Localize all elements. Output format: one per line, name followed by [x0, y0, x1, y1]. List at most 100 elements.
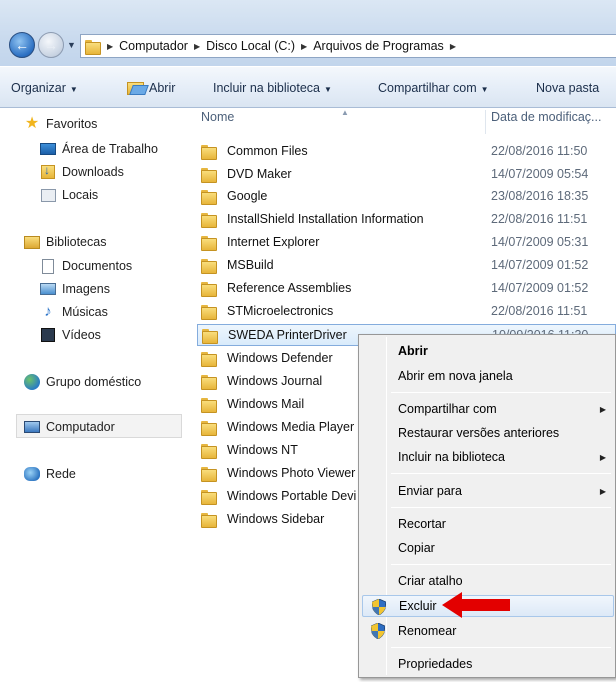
menu-item-cut[interactable]: Recortar [362, 513, 614, 535]
breadcrumb-local-disk[interactable]: Disco Local (C:) [206, 39, 295, 53]
submenu-arrow-icon: ▶ [599, 452, 606, 462]
new-folder-button[interactable]: Nova pasta [536, 81, 599, 95]
chevron-down-icon: ▼ [324, 85, 332, 94]
nav-places[interactable]: Locais [40, 187, 98, 203]
menu-label: Compartilhar com [398, 402, 497, 416]
folder-icon [201, 304, 217, 320]
nav-label: Downloads [62, 165, 124, 179]
nav-network[interactable]: Rede [24, 466, 76, 482]
file-row[interactable]: MSBuild 14/07/2009 01:52 [197, 254, 616, 276]
folder-icon [201, 258, 217, 274]
forward-button[interactable]: → [38, 32, 64, 58]
file-row[interactable]: Internet Explorer 14/07/2009 05:31 [197, 231, 616, 253]
file-row[interactable]: DVD Maker 14/07/2009 05:54 [197, 163, 616, 185]
nav-label: Computador [46, 420, 115, 434]
file-row[interactable]: InstallShield Installation Information 22… [197, 208, 616, 230]
file-name: Windows NT [227, 443, 298, 457]
nav-documents[interactable]: Documentos [40, 258, 132, 274]
nav-label: Favoritos [46, 117, 98, 131]
back-button[interactable]: ← [9, 32, 35, 58]
column-header-name[interactable]: Nome [201, 110, 234, 130]
recent-pages-dropdown[interactable]: ▼ [67, 40, 76, 50]
libraries-icon [24, 234, 40, 250]
open-button[interactable]: Abrir [127, 81, 175, 95]
organize-button[interactable]: Organizar ▼ [11, 81, 78, 95]
menu-label: Excluir [399, 599, 437, 613]
menu-separator [391, 473, 611, 474]
menu-label: Abrir em nova janela [398, 369, 513, 383]
menu-item-open[interactable]: Abrir [362, 340, 614, 362]
folder-icon [85, 39, 101, 55]
file-name: Windows Media Player [227, 420, 355, 434]
menu-item-restore-versions[interactable]: Restaurar versões anteriores [362, 422, 614, 444]
menu-item-create-shortcut[interactable]: Criar atalho [362, 570, 614, 592]
chevron-right-icon[interactable]: ▶ [107, 42, 113, 51]
file-date: 14/07/2009 05:31 [491, 235, 589, 249]
chevron-right-icon[interactable]: ▶ [194, 42, 200, 51]
file-name: InstallShield Installation Information [227, 212, 424, 226]
file-name: STMicroelectronics [227, 304, 334, 318]
file-row[interactable]: Google 23/08/2016 18:35 [197, 185, 616, 207]
chevron-right-icon[interactable]: ▶ [301, 42, 307, 51]
include-library-button[interactable]: Incluir na biblioteca ▼ [213, 81, 332, 95]
menu-separator [391, 647, 611, 648]
folder-icon [201, 397, 217, 413]
nav-homegroup[interactable]: Grupo doméstico [24, 374, 141, 390]
sort-ascending-icon: ▲ [341, 108, 349, 117]
nav-computer[interactable]: Computador [24, 419, 115, 435]
include-library-label: Incluir na biblioteca [213, 81, 321, 95]
file-row[interactable]: Reference Assemblies 14/07/2009 01:52 [197, 277, 616, 299]
menu-item-open-new-window[interactable]: Abrir em nova janela [362, 365, 614, 387]
submenu-arrow-icon: ▶ [599, 404, 606, 414]
menu-item-send-to[interactable]: Enviar para ▶ [362, 480, 614, 502]
file-name: MSBuild [227, 258, 274, 272]
column-divider[interactable] [485, 110, 486, 134]
nav-label: Músicas [62, 305, 108, 319]
nav-downloads[interactable]: Downloads [40, 163, 124, 180]
organize-label: Organizar [11, 81, 66, 95]
menu-item-properties[interactable]: Propriedades [362, 653, 614, 675]
menu-item-include-library[interactable]: Incluir na biblioteca ▶ [362, 446, 614, 468]
address-box[interactable]: ▶ Computador ▶ Disco Local (C:) ▶ Arquiv… [80, 34, 616, 58]
menu-item-copy[interactable]: Copiar [362, 537, 614, 559]
folder-icon [201, 374, 217, 390]
folder-icon [201, 512, 217, 528]
open-label: Abrir [149, 81, 176, 95]
share-with-button[interactable]: Compartilhar com ▼ [378, 81, 489, 95]
folder-icon [201, 281, 217, 297]
chevron-down-icon: ▼ [69, 85, 78, 94]
folder-icon [201, 466, 217, 482]
computer-icon [24, 419, 40, 435]
folder-icon [201, 144, 217, 160]
nav-favorites[interactable]: ★ Favoritos [24, 116, 98, 132]
menu-label: Enviar para [398, 484, 462, 498]
menu-separator [391, 392, 611, 393]
menu-label: Abrir [398, 344, 428, 358]
menu-item-rename[interactable]: Renomear [362, 620, 614, 642]
nav-images[interactable]: Imagens [40, 281, 110, 297]
nav-videos[interactable]: Vídeos [40, 327, 101, 343]
address-bar-area: ← → ▼ ▶ Computador ▶ Disco Local (C:) ▶ … [0, 0, 616, 66]
file-date: 22/08/2016 11:51 [491, 304, 588, 318]
menu-item-share-with[interactable]: Compartilhar com ▶ [362, 398, 614, 420]
file-date: 23/08/2016 18:35 [491, 189, 589, 203]
file-name: Windows Defender [227, 351, 333, 365]
folder-icon [201, 443, 217, 459]
menu-label: Copiar [398, 541, 435, 555]
breadcrumb-program-files[interactable]: Arquivos de Programas [313, 39, 444, 53]
file-row[interactable]: STMicroelectronics 22/08/2016 11:51 [197, 300, 616, 322]
file-row[interactable]: Common Files 22/08/2016 11:50 [197, 140, 616, 162]
file-date: 22/08/2016 11:51 [491, 212, 588, 226]
file-name: SWEDA PrinterDriver [228, 328, 347, 342]
menu-separator [391, 507, 611, 508]
nav-libraries[interactable]: Bibliotecas [24, 234, 106, 250]
folder-icon [201, 212, 217, 228]
nav-music[interactable]: ♪ Músicas [40, 304, 108, 320]
breadcrumb-computer[interactable]: Computador [119, 39, 188, 53]
column-header-date[interactable]: Data de modificaç... [491, 110, 601, 130]
submenu-arrow-icon: ▶ [599, 486, 606, 496]
file-date: 14/07/2009 01:52 [491, 258, 589, 272]
nav-desktop[interactable]: Área de Trabalho [40, 141, 158, 157]
chevron-right-icon[interactable]: ▶ [450, 42, 456, 51]
nav-label: Bibliotecas [46, 235, 107, 249]
